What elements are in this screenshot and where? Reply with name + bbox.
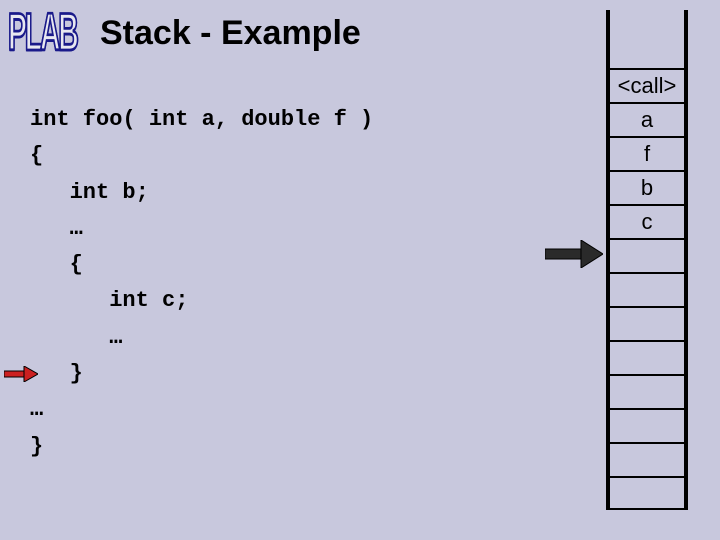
arrow-right-icon — [4, 366, 38, 382]
plab-logo: PLAB — [8, 4, 77, 64]
stack-cell: <call> — [610, 68, 684, 102]
stack-cell — [610, 306, 684, 340]
arrow-right-icon — [545, 240, 603, 268]
stack-cell — [610, 340, 684, 374]
stack-cell — [610, 10, 684, 68]
stack-cell — [610, 238, 684, 272]
stack-cell: c — [610, 204, 684, 238]
code-block: int foo( int a, double f ) { int b; … { … — [30, 102, 373, 465]
stack-cell: f — [610, 136, 684, 170]
stack-cell — [610, 408, 684, 442]
stack-cell — [610, 442, 684, 476]
stack-diagram: <call>afbc — [606, 10, 688, 510]
slide-title: Stack - Example — [100, 14, 361, 53]
stack-cell — [610, 374, 684, 408]
stack-cell — [610, 476, 684, 510]
stack-cell — [610, 272, 684, 306]
stack-cell: b — [610, 170, 684, 204]
stack-cell: a — [610, 102, 684, 136]
